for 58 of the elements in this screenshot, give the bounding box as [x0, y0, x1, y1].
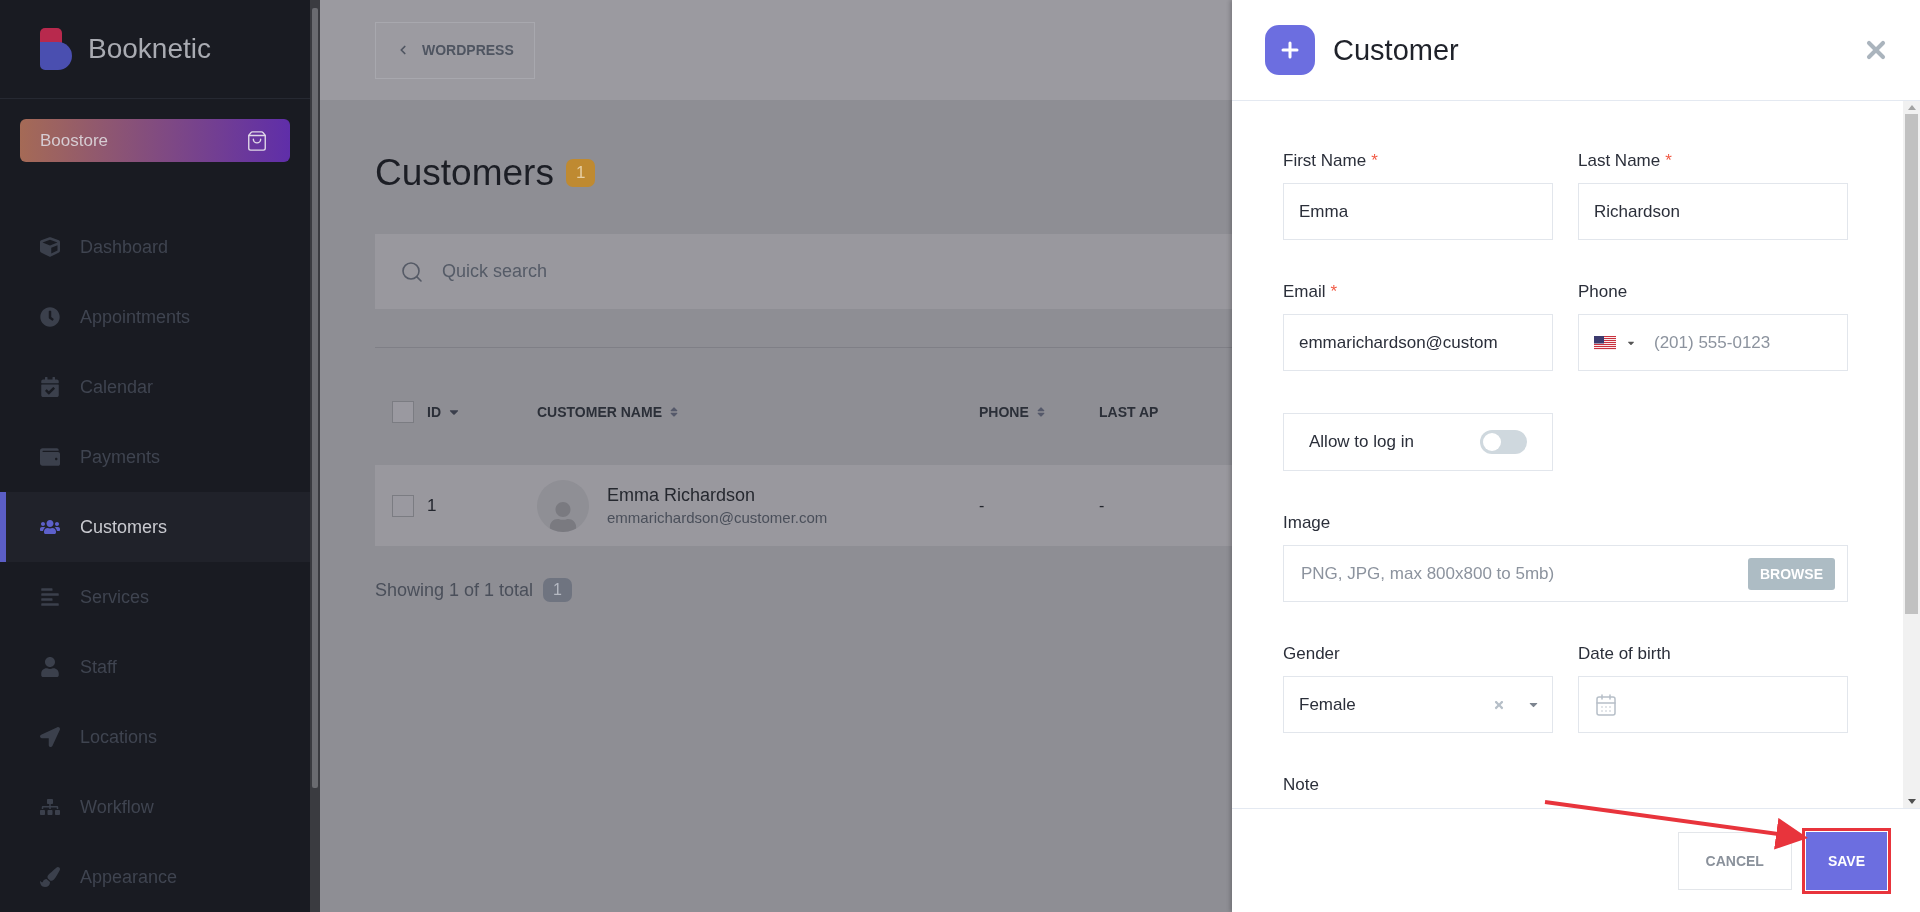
cancel-button[interactable]: CANCEL	[1677, 831, 1792, 890]
nav-icon	[40, 307, 60, 327]
browse-button[interactable]: BROWSE	[1748, 557, 1835, 590]
field-label: First Name *	[1283, 151, 1379, 171]
field-label: Date of birth	[1578, 644, 1672, 664]
checkbox[interactable]	[392, 400, 414, 423]
column-header[interactable]: LAST AP	[1099, 403, 1179, 420]
nav-icon	[40, 797, 60, 817]
flag-icon	[1594, 335, 1616, 350]
field-label: Image	[1283, 513, 1332, 533]
nav-icon	[40, 377, 60, 397]
table-cell: 1	[427, 495, 437, 516]
field-label: Note	[1283, 775, 1320, 795]
back-button[interactable]: WORDPRESS	[375, 21, 535, 79]
toggle-switch[interactable]	[1480, 430, 1527, 454]
table-cell: -	[979, 496, 985, 515]
checkbox[interactable]	[392, 494, 414, 517]
nav-icon	[40, 447, 60, 467]
sidebar-item[interactable]: Customers	[0, 492, 310, 562]
field-label: Email *	[1283, 282, 1339, 302]
field-label: Last Name *	[1578, 151, 1673, 171]
plus-icon	[1265, 25, 1315, 75]
nav-icon	[40, 517, 60, 537]
customer-email: emmarichardson@customer.com	[607, 509, 828, 526]
field-label: Gender	[1283, 644, 1341, 664]
column-header[interactable]: CUSTOMER NAME	[537, 403, 979, 420]
clear-icon[interactable]	[1493, 698, 1505, 711]
brand-name: Booknetic	[88, 33, 211, 65]
save-button[interactable]: SAVE	[1805, 831, 1887, 890]
page-title: Customers	[375, 152, 554, 194]
pagination-text: Showing 1 of 1 total	[375, 579, 534, 601]
customer-name: Emma Richardson	[607, 485, 757, 506]
nav-icon	[40, 657, 60, 677]
count-badge: 1	[565, 159, 596, 187]
nav-icon	[40, 237, 60, 257]
column-header[interactable]: ID	[427, 403, 537, 420]
field-label: Phone	[1578, 282, 1629, 302]
store-banner[interactable]: Boostore	[20, 119, 290, 162]
column-header[interactable]: PHONE	[979, 403, 1099, 420]
logo-icon	[40, 28, 72, 70]
text-field[interactable]: emmarichardson@custom	[1283, 314, 1553, 371]
nav-icon	[40, 727, 60, 747]
phone-field[interactable]: (201) 555-0123	[1578, 314, 1848, 371]
search-icon	[400, 259, 424, 284]
shopping-bag-icon	[246, 129, 268, 152]
text-field[interactable]: Emma	[1283, 183, 1553, 240]
table-cell: -	[1099, 496, 1105, 515]
search-field[interactable]: Quick search	[375, 234, 1232, 309]
gender-select[interactable]: Female	[1283, 676, 1553, 733]
calendar-icon	[1594, 692, 1618, 717]
count-badge: 1	[543, 578, 572, 602]
panel-title: Customer	[1333, 33, 1460, 67]
date-field[interactable]	[1578, 676, 1848, 733]
nav-icon	[40, 587, 60, 607]
nav-icon	[40, 867, 60, 887]
toggle-label: Allow to log in	[1309, 432, 1414, 452]
text-field[interactable]: Richardson	[1578, 183, 1848, 240]
file-field[interactable]: PNG, JPG, max 800x800 to 5mb) BROWSE	[1283, 545, 1848, 602]
